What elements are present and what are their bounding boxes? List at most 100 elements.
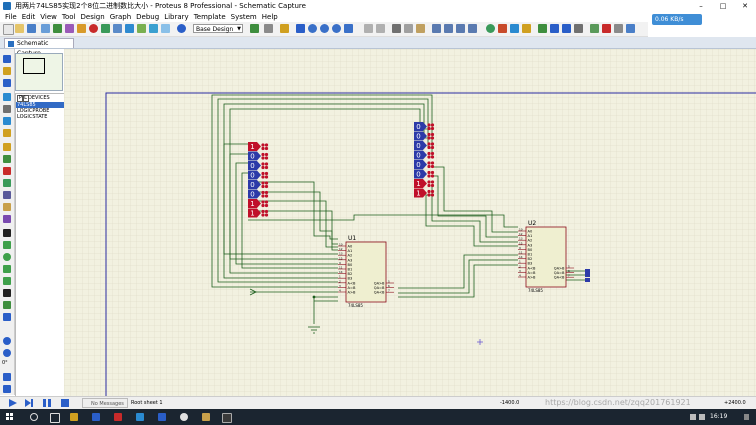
junction-dot-icon[interactable] bbox=[3, 79, 11, 87]
block-delete-icon[interactable] bbox=[468, 24, 477, 33]
generator-icon[interactable] bbox=[3, 191, 11, 199]
gerber-icon[interactable] bbox=[89, 24, 98, 33]
marker-icon[interactable] bbox=[3, 313, 11, 321]
schematic-icon[interactable] bbox=[53, 24, 62, 33]
menu-system[interactable]: System bbox=[231, 13, 257, 21]
circle-icon[interactable] bbox=[3, 253, 11, 261]
pan-icon[interactable] bbox=[296, 24, 305, 33]
block-move-icon[interactable] bbox=[444, 24, 453, 33]
proteus-taskbar-icon[interactable] bbox=[222, 413, 232, 423]
exit-to-parent-icon[interactable] bbox=[602, 24, 611, 33]
block-rotate-icon[interactable] bbox=[456, 24, 465, 33]
start-button[interactable] bbox=[6, 413, 14, 421]
virtual-instrument-icon[interactable] bbox=[3, 215, 11, 223]
decompose-icon[interactable] bbox=[522, 24, 531, 33]
symbol-icon[interactable] bbox=[3, 301, 11, 309]
origin-icon[interactable] bbox=[280, 24, 289, 33]
app-icon-word[interactable] bbox=[158, 413, 166, 421]
play-button[interactable] bbox=[8, 399, 18, 407]
electrical-rule-check-icon[interactable] bbox=[626, 24, 635, 33]
copy-icon[interactable] bbox=[404, 24, 413, 33]
app-icon-yellow[interactable] bbox=[202, 413, 210, 421]
source-code-icon[interactable] bbox=[125, 24, 134, 33]
explorer-icon[interactable] bbox=[70, 413, 78, 421]
design-variant-select[interactable]: Base Design ▼ bbox=[193, 24, 243, 33]
netlist-icon[interactable] bbox=[149, 24, 158, 33]
device-pins-icon[interactable] bbox=[3, 155, 11, 163]
task-view-icon[interactable] bbox=[50, 413, 60, 423]
rotate-anticlockwise-icon[interactable] bbox=[3, 349, 11, 357]
messages-indicator[interactable]: No Messages bbox=[82, 398, 128, 408]
open-folder-icon[interactable] bbox=[15, 24, 24, 33]
arc-icon[interactable] bbox=[3, 265, 11, 273]
library-icon[interactable] bbox=[137, 24, 146, 33]
active-popup-icon[interactable] bbox=[3, 179, 11, 187]
maximize-button[interactable]: □ bbox=[712, 0, 734, 12]
stop-button[interactable] bbox=[60, 399, 70, 407]
subcircuit-icon[interactable] bbox=[3, 129, 11, 137]
3d-view-icon[interactable] bbox=[77, 24, 86, 33]
refresh-icon[interactable] bbox=[250, 24, 259, 33]
text-tool-icon[interactable] bbox=[3, 289, 11, 297]
wire-autorouter-icon[interactable] bbox=[538, 24, 547, 33]
menu-template[interactable]: Template bbox=[194, 13, 226, 21]
bom-icon[interactable] bbox=[113, 24, 122, 33]
menu-design[interactable]: Design bbox=[81, 13, 105, 21]
edge-icon[interactable] bbox=[92, 413, 100, 421]
tab-schematic-capture[interactable]: Schematic Capture bbox=[4, 38, 74, 57]
zoom-in-icon[interactable] bbox=[308, 24, 317, 33]
menu-file[interactable]: File bbox=[5, 13, 17, 21]
buses-icon[interactable] bbox=[3, 117, 11, 125]
grid-toggle-icon[interactable] bbox=[264, 24, 273, 33]
bill-of-materials-icon[interactable] bbox=[614, 24, 623, 33]
library-manager-button[interactable]: L bbox=[22, 95, 29, 102]
pcb-icon[interactable] bbox=[65, 24, 74, 33]
cut-icon[interactable] bbox=[392, 24, 401, 33]
path-icon[interactable] bbox=[3, 277, 11, 285]
mirror-y-icon[interactable] bbox=[3, 385, 11, 393]
text-script-icon[interactable] bbox=[3, 105, 11, 113]
minimize-button[interactable]: – bbox=[690, 0, 712, 12]
new-file-icon[interactable] bbox=[3, 24, 14, 35]
zoom-area-icon[interactable] bbox=[344, 24, 353, 33]
line-icon[interactable] bbox=[3, 229, 11, 237]
redo-icon[interactable] bbox=[376, 24, 385, 33]
device-item[interactable]: LOGICSTATE bbox=[16, 114, 64, 120]
new-sheet-icon[interactable] bbox=[574, 24, 583, 33]
menu-view[interactable]: View bbox=[40, 13, 57, 21]
schematic-drawing[interactable]: 1000001100000011U174LS85A010A112A213A315… bbox=[64, 49, 756, 396]
component-mode-icon[interactable] bbox=[3, 67, 11, 75]
graph-icon[interactable] bbox=[3, 167, 11, 175]
paste-icon[interactable] bbox=[416, 24, 425, 33]
search-tag-icon[interactable] bbox=[550, 24, 559, 33]
block-copy-icon[interactable] bbox=[432, 24, 441, 33]
packaging-icon[interactable] bbox=[510, 24, 519, 33]
remove-sheet-icon[interactable] bbox=[590, 24, 599, 33]
overview-window[interactable] bbox=[15, 53, 63, 91]
menu-graph[interactable]: Graph bbox=[110, 13, 131, 21]
menu-help[interactable]: Help bbox=[262, 13, 278, 21]
save-icon[interactable] bbox=[27, 24, 36, 33]
wire-label-icon[interactable] bbox=[3, 93, 11, 101]
pause-button[interactable] bbox=[42, 399, 52, 407]
mirror-x-icon[interactable] bbox=[3, 373, 11, 381]
menu-edit[interactable]: Edit bbox=[22, 13, 36, 21]
app-icon-red[interactable] bbox=[114, 413, 122, 421]
box-icon[interactable] bbox=[3, 241, 11, 249]
menu-library[interactable]: Library bbox=[164, 13, 188, 21]
search-icon[interactable] bbox=[30, 413, 38, 421]
selection-mode-icon[interactable] bbox=[3, 55, 11, 63]
chrome-icon[interactable] bbox=[180, 413, 188, 421]
menu-debug[interactable]: Debug bbox=[136, 13, 159, 21]
step-button[interactable] bbox=[24, 399, 34, 407]
design-explorer-icon[interactable] bbox=[101, 24, 110, 33]
volume-icon[interactable] bbox=[699, 414, 705, 420]
terminals-icon[interactable] bbox=[3, 143, 11, 151]
notification-icon[interactable] bbox=[744, 414, 749, 420]
close-button[interactable]: ✕ bbox=[734, 0, 756, 12]
undo-icon[interactable] bbox=[364, 24, 373, 33]
zoom-all-icon[interactable] bbox=[332, 24, 341, 33]
schematic-canvas[interactable]: 1 0 0 0 0 0 1 1 0 0 0 0 0 0 1 1 U1 74LS85 A0 10 A1 12 A2 13 A3 15… bbox=[64, 49, 756, 396]
rotate-clockwise-icon[interactable] bbox=[3, 337, 11, 345]
zoom-out-icon[interactable] bbox=[320, 24, 329, 33]
